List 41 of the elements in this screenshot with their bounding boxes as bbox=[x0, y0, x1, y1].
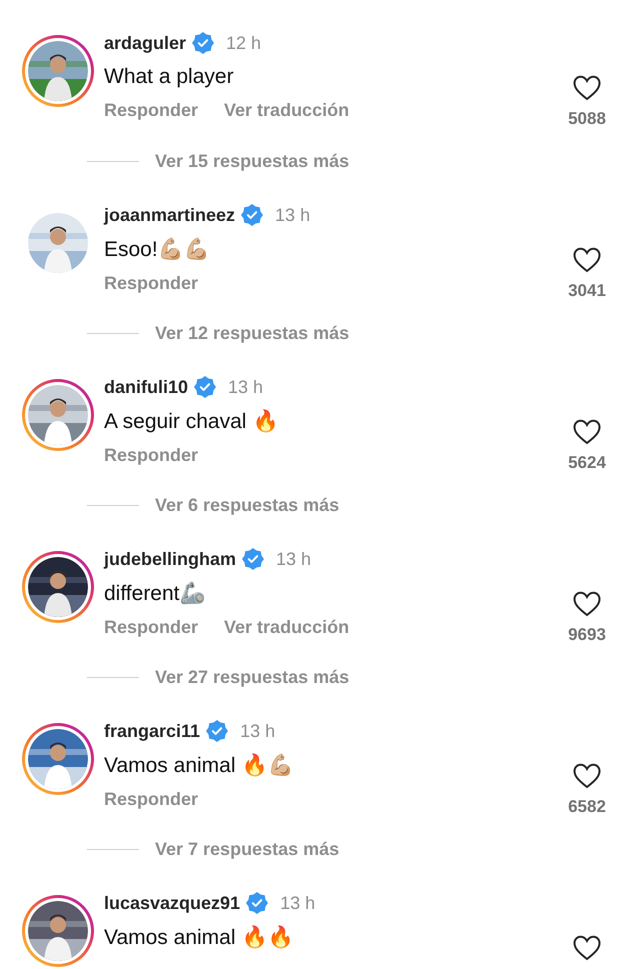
username[interactable]: lucasvazquez91 bbox=[104, 892, 240, 914]
view-replies-link[interactable]: Ver 6 respuestas más bbox=[155, 495, 340, 516]
heart-icon[interactable] bbox=[573, 591, 601, 617]
heart-icon[interactable] bbox=[573, 935, 601, 961]
timestamp: 13 h bbox=[276, 548, 312, 570]
timestamp: 13 h bbox=[240, 720, 276, 742]
timestamp: 13 h bbox=[275, 204, 310, 226]
heart-icon[interactable] bbox=[573, 419, 601, 445]
username[interactable]: joaanmartineez bbox=[104, 204, 236, 226]
comment-text: Vamos animal 🔥🔥 bbox=[104, 925, 294, 950]
reply-link[interactable]: Responder bbox=[104, 789, 198, 810]
username[interactable]: danifuli10 bbox=[104, 376, 188, 398]
reply-link[interactable]: Responder bbox=[104, 617, 198, 638]
like-count: 5088 bbox=[568, 109, 606, 129]
reply-link[interactable]: Responder bbox=[104, 100, 198, 121]
like-count: 9693 bbox=[568, 625, 606, 645]
comment-text: different🦾 bbox=[104, 581, 206, 606]
view-replies-link[interactable]: Ver 12 respuestas más bbox=[155, 323, 350, 344]
heart-icon[interactable] bbox=[573, 247, 601, 273]
username[interactable]: frangarci11 bbox=[104, 720, 200, 742]
comment-text: A seguir chaval 🔥 bbox=[104, 409, 280, 434]
comment-text: What a player bbox=[104, 65, 235, 89]
heart-icon[interactable] bbox=[573, 75, 601, 101]
like-count: 6582 bbox=[568, 797, 606, 817]
like-count: 5624 bbox=[568, 453, 606, 473]
like-count: 3041 bbox=[568, 281, 606, 301]
view-replies-link[interactable]: Ver 27 respuestas más bbox=[155, 667, 350, 688]
timestamp: 12 h bbox=[226, 32, 262, 54]
comment-text: Vamos animal 🔥💪🏼 bbox=[104, 753, 294, 778]
heart-icon[interactable] bbox=[573, 763, 601, 789]
view-replies-link[interactable]: Ver 7 respuestas más bbox=[155, 839, 340, 860]
timestamp: 13 h bbox=[228, 376, 264, 398]
translate-link[interactable]: Ver traducción bbox=[224, 617, 350, 638]
translate-link[interactable]: Ver traducción bbox=[224, 100, 350, 121]
comment-text: Esoo!💪🏼💪🏼 bbox=[104, 237, 211, 262]
reply-link[interactable]: Responder bbox=[104, 445, 198, 466]
view-replies-link[interactable]: Ver 15 respuestas más bbox=[155, 151, 350, 172]
timestamp: 13 h bbox=[280, 892, 316, 914]
username[interactable]: ardaguler bbox=[104, 32, 186, 54]
reply-link[interactable]: Responder bbox=[104, 273, 198, 294]
username[interactable]: judebellingham bbox=[104, 548, 236, 570]
